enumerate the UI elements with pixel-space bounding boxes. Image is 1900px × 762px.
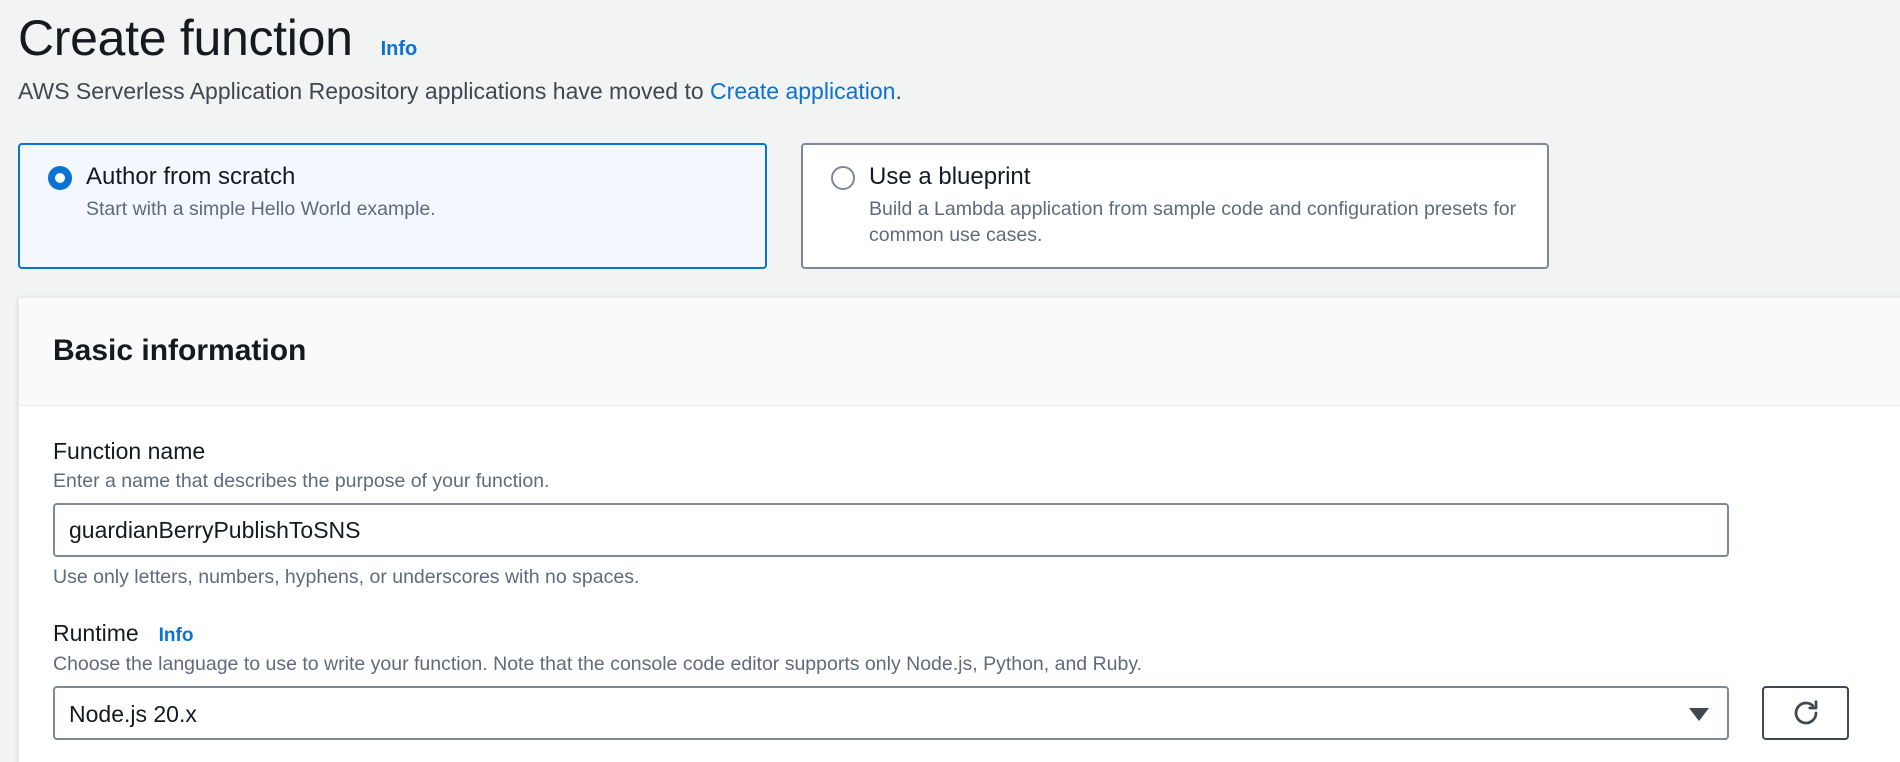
basic-information-header: Basic information	[19, 298, 1900, 406]
moved-notice-text: AWS Serverless Application Repository ap…	[18, 78, 711, 104]
basic-information-title: Basic information	[53, 334, 307, 367]
moved-notice: AWS Serverless Application Repository ap…	[18, 76, 902, 106]
basic-information-panel: Basic information Function name Enter a …	[18, 297, 1900, 762]
moved-notice-period: .	[895, 78, 902, 104]
runtime-select[interactable]: Node.js 20.x	[53, 686, 1729, 740]
use-blueprint-radio[interactable]	[831, 166, 855, 190]
page-header: Create function Info	[18, 8, 417, 68]
runtime-info-link[interactable]: Info	[159, 621, 194, 651]
create-application-link[interactable]: Create application	[710, 78, 895, 104]
author-from-scratch-title: Author from scratch	[86, 163, 296, 190]
author-from-scratch-tile[interactable]: Author from scratch Start with a simple …	[18, 143, 767, 269]
page-title: Create function	[18, 10, 353, 66]
author-from-scratch-radio[interactable]	[48, 166, 72, 190]
refresh-runtime-button[interactable]	[1762, 686, 1849, 740]
function-name-description: Enter a name that describes the purpose …	[53, 470, 550, 492]
refresh-icon	[1794, 700, 1817, 725]
runtime-selected-value: Node.js 20.x	[69, 701, 197, 727]
runtime-description: Choose the language to use to write your…	[53, 653, 1143, 675]
caret-down-icon	[1689, 708, 1709, 721]
use-blueprint-title: Use a blueprint	[869, 163, 1031, 190]
use-blueprint-description: Build a Lambda application from sample c…	[869, 198, 1517, 246]
runtime-label-text: Runtime	[53, 620, 139, 646]
use-blueprint-tile[interactable]: Use a blueprint Build a Lambda applicati…	[801, 143, 1549, 269]
function-name-input[interactable]	[53, 503, 1729, 557]
function-name-label-text: Function name	[53, 438, 206, 464]
function-name-constraint: Use only letters, numbers, hyphens, or u…	[53, 566, 640, 588]
author-from-scratch-description: Start with a simple Hello World example.	[86, 198, 436, 220]
runtime-label: Runtime Info	[53, 618, 193, 651]
function-name-label: Function name	[53, 436, 205, 466]
create-function-page: Create function Info AWS Serverless Appl…	[0, 0, 1900, 762]
header-info-link[interactable]: Info	[381, 38, 418, 61]
